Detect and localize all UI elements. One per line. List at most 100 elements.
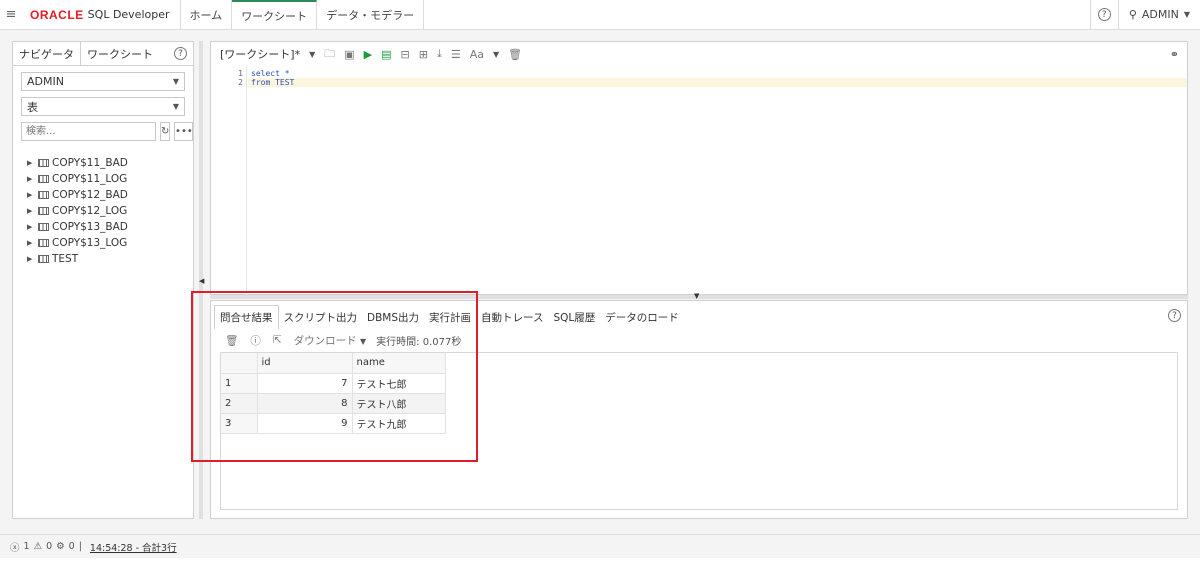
autotrace-icon[interactable]: ⊞ <box>419 48 428 61</box>
tab-dbms-output[interactable]: DBMS出力 <box>362 305 424 329</box>
table-row[interactable]: 1 7 テスト七郎 <box>221 373 446 394</box>
run-icon[interactable]: ▶ <box>364 48 372 61</box>
tree-item-table[interactable]: ▶ TEST <box>13 251 193 267</box>
navigator-tabs: ナビゲータ ワークシート ? <box>13 41 193 66</box>
chevron-down-icon: ▼ <box>172 77 179 86</box>
column-header-name[interactable]: name <box>352 353 446 374</box>
run-script-icon[interactable]: ▤ <box>381 48 391 61</box>
open-external-icon[interactable]: ⇱ <box>273 334 282 346</box>
worksheet-title[interactable]: [ワークシート]* <box>220 46 300 62</box>
warning-count: 0 <box>46 541 53 552</box>
results-tabs: 問合せ結果 スクリプト出力 DBMS出力 実行計画 自動トレース SQL履歴 デ… <box>211 301 1187 329</box>
code-line[interactable]: select * <box>248 69 1187 78</box>
table-name: COPY$11_BAD <box>52 157 128 169</box>
product-name: SQL Developer <box>87 8 170 21</box>
download-button[interactable]: ダウンロード ▼ <box>294 333 367 348</box>
code-text[interactable]: select * from TEST <box>248 69 1187 87</box>
settings-count: 0 <box>68 541 75 552</box>
help-icon[interactable]: ? <box>1168 309 1181 322</box>
table-icon <box>38 223 49 231</box>
expand-icon[interactable]: ▶ <box>27 207 35 215</box>
font-case-button[interactable]: Aa <box>470 48 484 61</box>
tree-item-table[interactable]: ▶ COPY$12_LOG <box>13 203 193 219</box>
line-gutter: 1 2 <box>211 67 247 295</box>
row-number: 2 <box>221 393 258 414</box>
tab-query-result[interactable]: 問合せ結果 <box>214 305 279 329</box>
user-menu[interactable]: ⚲ ADMIN ▼ <box>1117 0 1200 29</box>
more-icon[interactable]: ••• <box>174 122 194 141</box>
info-icon[interactable]: ⓘ <box>250 333 261 348</box>
tab-data-load[interactable]: データのロード <box>600 305 684 329</box>
trash-icon[interactable]: 🗑 <box>225 334 238 347</box>
format-icon[interactable]: ☰ <box>451 48 461 61</box>
table-icon <box>38 159 49 167</box>
table-row[interactable]: 2 8 テスト八郎 <box>221 393 446 414</box>
collapse-down-icon[interactable]: ▼ <box>694 292 699 300</box>
table-row[interactable]: 3 9 テスト九郎 <box>221 413 446 434</box>
code-editor[interactable]: 1 2 select * from TEST <box>211 67 1187 295</box>
cell-id[interactable]: 8 <box>257 393 353 414</box>
search-input[interactable] <box>21 122 156 141</box>
cell-id[interactable]: 7 <box>257 373 353 394</box>
chevron-down-icon[interactable]: ▼ <box>493 50 499 59</box>
tree-item-table[interactable]: ▶ COPY$13_LOG <box>13 235 193 251</box>
tab-autotrace[interactable]: 自動トレース <box>476 305 548 329</box>
error-count: 1 <box>23 541 30 552</box>
object-type-select[interactable]: 表 ▼ <box>21 97 185 116</box>
oracle-logo: ORACLE <box>30 7 84 22</box>
line-number: 1 <box>238 69 243 78</box>
tab-explain-plan[interactable]: 実行計画 <box>424 305 476 329</box>
expand-icon[interactable]: ▶ <box>27 223 35 231</box>
expand-icon[interactable]: ▶ <box>27 159 35 167</box>
error-icon[interactable]: ⓧ <box>10 540 20 554</box>
tab-sql-history[interactable]: SQL履歴 <box>549 305 601 329</box>
save-icon[interactable]: ▣ <box>344 48 354 61</box>
tab-home[interactable]: ホーム <box>181 0 233 29</box>
chevron-down-icon: ▼ <box>172 102 179 111</box>
download-icon[interactable]: ⤓ <box>437 47 442 61</box>
status-message-link[interactable]: 14:54:28 - 合計3行 <box>90 540 177 554</box>
tab-navigator[interactable]: ナビゲータ <box>13 41 81 66</box>
cell-name[interactable]: テスト七郎 <box>352 373 446 394</box>
help-button[interactable]: ? <box>1089 0 1118 29</box>
table-icon <box>38 255 49 263</box>
status-bar: ⓧ 1 ⚠ 0 ⚙ 0 | 14:54:28 - 合計3行 <box>0 534 1200 558</box>
hamburger-icon[interactable]: ≡ <box>0 0 22 29</box>
cell-name[interactable]: テスト八郎 <box>352 393 446 414</box>
tab-script-output[interactable]: スクリプト出力 <box>279 305 363 329</box>
explain-plan-icon[interactable]: ⊟ <box>401 48 410 61</box>
results-toolbar: 🗑 ⓘ ⇱ ダウンロード ▼ 実行時間: 0.077秒 <box>211 329 1187 351</box>
expand-icon[interactable]: ▶ <box>27 239 35 247</box>
expand-icon[interactable]: ▶ <box>27 191 35 199</box>
tab-data-modeler[interactable]: データ・モデラー <box>317 0 425 29</box>
refresh-icon[interactable]: ↻ <box>160 122 171 141</box>
cell-id[interactable]: 9 <box>257 413 353 434</box>
tab-worksheet[interactable]: ワークシート <box>232 0 318 29</box>
editor-panel: [ワークシート]* ▼ 🗀 ▣ ▶ ▤ ⊟ ⊞ ⤓ ☰ Aa ▼ 🗑 ⚭ 1 2… <box>210 41 1188 295</box>
code-line-current[interactable]: from TEST <box>248 78 1187 87</box>
expand-icon[interactable]: ▶ <box>27 175 35 183</box>
table-tree: ▶ COPY$11_BAD ▶ COPY$11_LOG ▶ COPY$12_BAD ▶… <box>13 155 193 267</box>
binoculars-icon[interactable]: ⚭ <box>1170 48 1179 61</box>
table-icon <box>38 175 49 183</box>
column-header-id[interactable]: id <box>257 353 353 374</box>
user-icon: ⚲ <box>1128 8 1137 21</box>
schema-select[interactable]: ADMIN ▼ <box>21 72 185 91</box>
tree-item-table[interactable]: ▶ COPY$11_BAD <box>13 155 193 171</box>
settings-icon[interactable]: ⚙ <box>56 541 65 552</box>
tree-item-table[interactable]: ▶ COPY$13_BAD <box>13 219 193 235</box>
tab-worksheets[interactable]: ワークシート <box>81 42 159 66</box>
cell-name[interactable]: テスト九郎 <box>352 413 446 434</box>
top-bar: ≡ ORACLE SQL Developer ホーム ワークシート データ・モデ… <box>0 0 1200 30</box>
help-icon[interactable]: ? <box>174 47 187 60</box>
tree-item-table[interactable]: ▶ COPY$11_LOG <box>13 171 193 187</box>
expand-icon[interactable]: ▶ <box>27 255 35 263</box>
tree-item-table[interactable]: ▶ COPY$12_BAD <box>13 187 193 203</box>
table-name: COPY$12_BAD <box>52 189 128 201</box>
warning-icon[interactable]: ⚠ <box>34 541 43 552</box>
open-folder-icon[interactable]: 🗀 <box>324 45 335 64</box>
trash-icon[interactable]: 🗑 <box>508 48 522 61</box>
chevron-down-icon[interactable]: ▼ <box>309 50 315 59</box>
search-row: ↻ ••• <box>21 122 194 141</box>
collapse-left-icon[interactable]: ◀ <box>199 277 204 285</box>
